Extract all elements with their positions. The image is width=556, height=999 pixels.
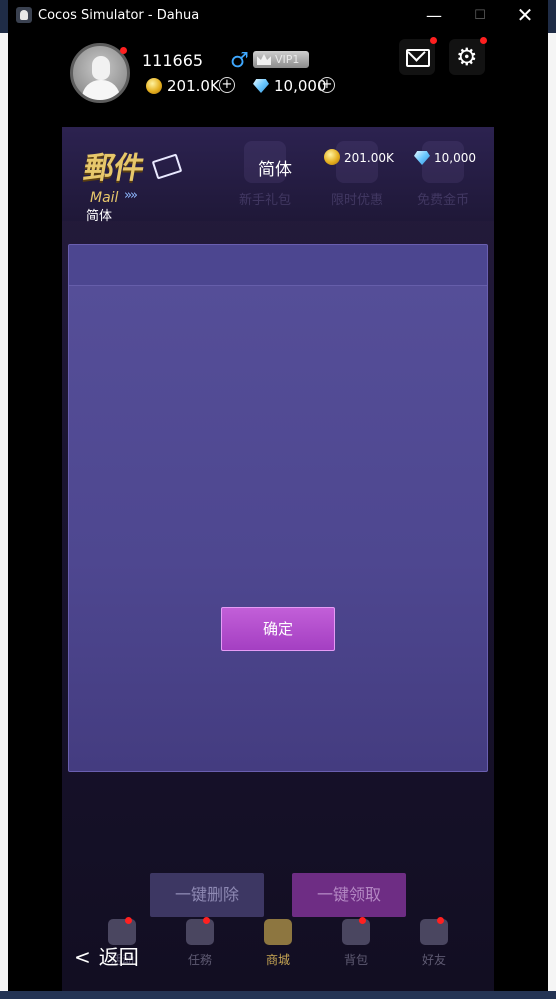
gold-amount: 201.0K — [167, 77, 220, 95]
add-diamond-button[interactable]: + — [319, 77, 335, 93]
mail-dialog: 确定 — [68, 244, 488, 772]
nav-label: 任務 — [187, 953, 212, 967]
chevron-left-icon: < — [74, 945, 91, 969]
settings-notification-dot — [480, 37, 487, 44]
window-title: Cocos Simulator - Dahua — [38, 8, 200, 23]
mail-notification-dot — [430, 37, 437, 44]
background-window-strip-left — [0, 33, 8, 991]
mail-subtitle: Mail — [90, 190, 119, 206]
calendar-check-icon — [186, 919, 214, 945]
avatar-notification-dot — [120, 47, 127, 54]
player-header: 111665 ♂ VIP1 201.0K + 10,000 + ⚙ — [8, 31, 548, 115]
tasks-notification-dot — [203, 917, 210, 924]
maximize-button[interactable]: ☐ — [457, 0, 503, 31]
app-icon — [16, 7, 32, 23]
vip-badge: VIP1 — [253, 51, 309, 68]
faint-tab-label: 新手礼包 — [238, 193, 291, 208]
background-window-strip-right — [548, 33, 556, 991]
nav-label: 好友 — [421, 953, 446, 967]
back-button[interactable]: < 返回 — [74, 945, 139, 969]
user-id: 111665 — [142, 51, 204, 70]
nav-item-friends[interactable]: 好友 — [404, 915, 464, 975]
mail-title: 郵件 — [81, 151, 148, 186]
male-icon: ♂ — [230, 48, 249, 72]
panel-gold-amount: 201.00K — [344, 151, 394, 165]
desktop-strip — [0, 991, 556, 999]
crown-icon — [257, 54, 271, 65]
arrows-icon: »» — [124, 188, 138, 203]
shopping-cart-icon — [264, 919, 292, 945]
dialog-header — [69, 245, 487, 286]
gear-icon: ⚙ — [456, 43, 478, 71]
close-button[interactable]: ✕ — [502, 0, 548, 31]
activity-notification-dot — [125, 917, 132, 924]
diamond-icon — [253, 79, 269, 93]
nav-item-tasks[interactable]: 任務 — [170, 915, 230, 975]
avatar-head — [92, 56, 110, 80]
minimize-button[interactable]: — — [411, 0, 457, 31]
mail-button[interactable] — [399, 39, 435, 75]
gold-coin-icon — [324, 149, 340, 165]
add-gold-button[interactable]: + — [219, 77, 235, 93]
bag-notification-dot — [359, 917, 366, 924]
back-label: 返回 — [98, 945, 139, 969]
language-label-small: 简体 — [86, 209, 113, 224]
envelope-icon — [406, 49, 430, 67]
mail-panel-header: 新手礼包 限时优惠 免费金币 郵件 Mail »» 简体 简体 201.00K … — [62, 127, 494, 224]
backpack-icon — [342, 919, 370, 945]
vip-label: VIP1 — [275, 53, 300, 66]
simulator-window: Cocos Simulator - Dahua — ☐ ✕ 111665 ♂ V… — [8, 0, 548, 991]
faint-tab-label: 限时优惠 — [330, 193, 383, 208]
nav-item-bag[interactable]: 背包 — [326, 915, 386, 975]
nav-item-shop[interactable]: 商城 — [248, 915, 308, 975]
confirm-button[interactable]: 确定 — [221, 607, 335, 651]
panel-diamond-amount: 10,000 — [434, 151, 476, 165]
language-selector[interactable]: 简体 — [258, 159, 292, 181]
mail-panel: 新手礼包 限时优惠 免费金币 郵件 Mail »» 简体 简体 201.00K … — [62, 127, 494, 991]
nav-label: 商城 — [265, 953, 290, 967]
faint-tab-label: 免费金币 — [416, 193, 469, 208]
settings-button[interactable]: ⚙ — [449, 39, 485, 75]
friends-notification-dot — [437, 917, 444, 924]
activity-icon — [108, 919, 136, 945]
title-bar: Cocos Simulator - Dahua — ☐ ✕ — [8, 0, 548, 31]
friends-icon — [420, 919, 448, 945]
gold-coin-icon — [146, 78, 162, 94]
avatar-body — [82, 80, 120, 100]
nav-label: 背包 — [343, 953, 368, 967]
envelope-icon — [151, 153, 183, 180]
